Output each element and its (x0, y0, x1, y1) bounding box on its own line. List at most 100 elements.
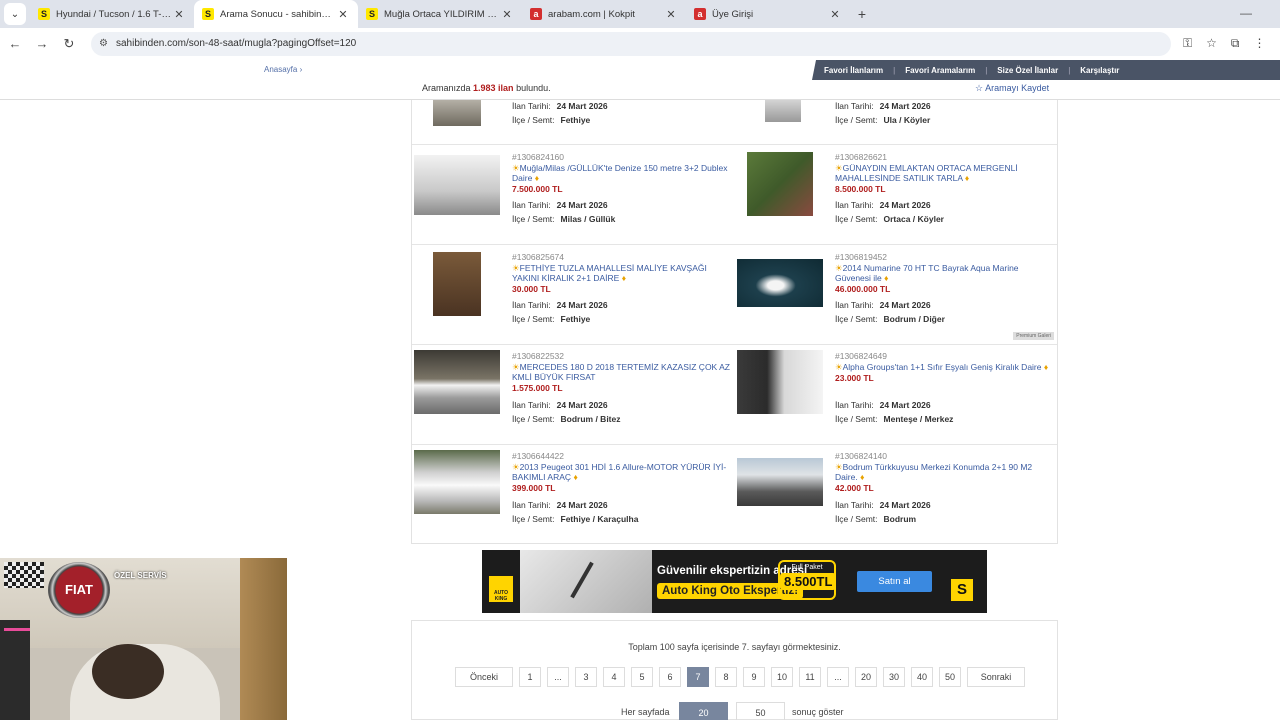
menu-icon[interactable]: ⋮ (1253, 36, 1265, 51)
browser-tab[interactable]: a Üye Girişi ✕ (686, 0, 850, 28)
listing-thumbnail[interactable] (414, 350, 500, 414)
address-bar: ← → ↻ ⚙ sahibinden.com/son-48-saat/mugla… (0, 28, 1280, 59)
checkered-flag-image (4, 562, 44, 588)
fav-menu-size-ozel-ilanlar[interactable]: Size Özel İlanlar (997, 66, 1058, 75)
close-tab-icon[interactable]: ✕ (336, 8, 350, 21)
url-text: sahibinden.com/son-48-saat/mugla?pagingO… (115, 38, 357, 49)
listing-location: İlçe / Semt: Bodrum / Diğer (835, 314, 945, 324)
listing-thumbnail[interactable] (747, 152, 813, 216)
pagination-panel: Toplam 100 sayfa içerisinde 7. sayfayı g… (411, 620, 1058, 720)
listing-thumbnail[interactable] (414, 155, 500, 215)
listing-item[interactable]: #1306824140 ☀Bodrum Türkkuyusu Merkezi K… (735, 445, 1057, 543)
listing-title-link[interactable]: ☀Muğla/Milas /GÜLLÜK'te Denize 150 metre… (512, 163, 730, 183)
listing-thumbnail[interactable] (737, 458, 823, 506)
url-field[interactable]: ⚙ sahibinden.com/son-48-saat/mugla?pagin… (91, 31, 1171, 56)
listing-price: 42.000 TL (835, 483, 874, 493)
site-info-icon[interactable]: ⚙ (99, 38, 108, 49)
fav-menu-favori-aramalarim[interactable]: Favori Aramalarım (905, 66, 975, 75)
close-tab-icon[interactable]: ✕ (664, 8, 678, 21)
per-page-option-20[interactable]: 20 (679, 702, 728, 720)
listing-price: 7.500.000 TL (512, 184, 563, 194)
listing-item[interactable]: #1306824649 ☀Alpha Groups'tan 1+1 Sıfır … (735, 345, 1057, 444)
tab-list: SHyundai / Tucson / 1.6 T-GDI / ...✕SAra… (30, 0, 850, 28)
listing-thumbnail[interactable] (765, 100, 801, 122)
tab-search-chevron-icon[interactable]: ⌄ (4, 3, 26, 25)
browser-tab[interactable]: S Arama Sonucu - sahibinden.com✕ (194, 0, 358, 28)
listing-thumbnail[interactable] (737, 259, 823, 307)
page-number-button[interactable]: 6 (659, 667, 681, 687)
listing-item[interactable]: #1306644422 ☀2013 Peugeot 301 HDİ 1.6 Al… (412, 445, 734, 543)
page-number-button[interactable]: 7 (687, 667, 709, 687)
listing-item[interactable]: #1306824160 ☀Muğla/Milas /GÜLLÜK'te Deni… (412, 145, 734, 244)
browser-tab[interactable]: S Hyundai / Tucson / 1.6 T-GDI / ...✕ (30, 0, 194, 28)
reload-icon[interactable]: ↻ (57, 36, 81, 52)
page-number-button[interactable]: 50 (939, 667, 961, 687)
listing-thumbnail[interactable] (737, 350, 823, 414)
listing-title-link[interactable]: ☀Alpha Groups'tan 1+1 Sıfır Eşyalı Geniş… (835, 362, 1053, 372)
fiat-logo: FIAT (48, 562, 110, 618)
listing-thumbnail[interactable] (433, 252, 481, 316)
back-arrow-icon[interactable]: ← (3, 36, 27, 51)
premium-gallery-badge: Premium Galeri (1013, 332, 1054, 340)
per-page-option-50[interactable]: 50 (736, 702, 785, 720)
listing-thumbnail[interactable] (414, 450, 500, 514)
minimize-icon[interactable]: — (1240, 6, 1252, 20)
page-number-button[interactable]: 8 (715, 667, 737, 687)
breadcrumb[interactable]: Anasayfa › (264, 65, 302, 74)
listing-date: İlan Tarihi: 24 Mart 2026 (512, 200, 608, 210)
listing-title-link[interactable]: ☀MERCEDES 180 D 2018 TERTEMİZ KAZASIZ ÇO… (512, 362, 730, 382)
listing-id: #1306819452 (835, 252, 888, 262)
browser-tab[interactable]: S Muğla Ortaca YILDIRIM OTOMOTİ✕ (358, 0, 522, 28)
page-number-button[interactable]: 30 (883, 667, 905, 687)
page-number-button[interactable]: 4 (603, 667, 625, 687)
ad-photo (520, 550, 652, 613)
listing-title-link[interactable]: ☀FETHİYE TUZLA MAHALLESİ MALİYE KAVŞAĞI … (512, 263, 730, 283)
password-key-icon[interactable]: ⚿ (1183, 36, 1192, 51)
listing-id: #1306824160 (512, 152, 565, 162)
fav-menu-karsilastir[interactable]: Karşılaştır (1080, 66, 1119, 75)
page-number-button[interactable]: 9 (743, 667, 765, 687)
sahibinden-favicon-icon: S (38, 8, 50, 20)
listing-location: İlçe / Semt: Ula / Köyler (835, 115, 931, 125)
prev-page-button[interactable]: Önceki (455, 667, 513, 687)
page-number-button[interactable]: 11 (799, 667, 821, 687)
listing-item[interactable]: #1306826621 ☀GÜNAYDIN EMLAKTAN ORTACA ME… (735, 145, 1057, 244)
browser-tab[interactable]: a arabam.com | Kokpit ✕ (522, 0, 686, 28)
page-number-button[interactable]: 3 (575, 667, 597, 687)
close-tab-icon[interactable]: ✕ (500, 8, 514, 21)
save-search-link[interactable]: ☆ Aramayı Kaydet (975, 83, 1049, 94)
listing-location: İlçe / Semt: Fethiye / Karaçulha (512, 514, 639, 524)
listing-thumbnail[interactable] (433, 100, 481, 126)
bookmark-star-icon[interactable]: ☆ (1206, 36, 1217, 51)
tab-title: arabam.com | Kokpit (548, 8, 635, 20)
listing-price: 23.000 TL (835, 373, 874, 383)
next-page-button[interactable]: Sonraki (967, 667, 1025, 687)
listing-title-link[interactable]: ☀Bodrum Türkkuyusu Merkezi Konumda 2+1 9… (835, 462, 1053, 482)
result-count: 1.983 ilan (473, 83, 514, 93)
ad-buy-button[interactable]: Satın al (857, 571, 932, 592)
arabam-favicon-icon: a (530, 8, 542, 20)
listing-item[interactable]: İlan Tarihi: 24 Mart 2026 İlçe / Semt: Fet… (412, 100, 734, 144)
page-number-button[interactable]: 20 (855, 667, 877, 687)
listing-item[interactable]: #1306819452 ☀2014 Numarine 70 HT TC Bayr… (735, 245, 1057, 344)
new-tab-button[interactable]: + (850, 0, 874, 28)
ad-banner[interactable]: AUTO KING Güvenilir ekspertizin adresi A… (482, 550, 987, 613)
close-tab-icon[interactable]: ✕ (172, 8, 186, 21)
listing-title-link[interactable]: ☀2013 Peugeot 301 HDİ 1.6 Allure-MOTOR Y… (512, 462, 730, 482)
autoking-logo: AUTO KING (489, 576, 513, 602)
extensions-icon[interactable]: ⧉ (1231, 36, 1240, 51)
close-tab-icon[interactable]: ✕ (828, 8, 842, 21)
page-number-button[interactable]: 5 (631, 667, 653, 687)
listing-item[interactable]: İlan Tarihi: 24 Mart 2026 İlçe / Semt: Ula… (735, 100, 1057, 144)
page-number-button[interactable]: 1 (519, 667, 541, 687)
page-number-button[interactable]: 40 (911, 667, 933, 687)
forward-arrow-icon[interactable]: → (30, 36, 54, 51)
listing-item[interactable]: #1306822532 ☀MERCEDES 180 D 2018 TERTEMİ… (412, 345, 734, 444)
listing-title-link[interactable]: ☀2014 Numarine 70 HT TC Bayrak Aqua Mari… (835, 263, 1053, 283)
listing-title-link[interactable]: ☀GÜNAYDIN EMLAKTAN ORTACA MERGENLİ MAHAL… (835, 163, 1053, 183)
listing-date: İlan Tarihi: 24 Mart 2026 (835, 300, 931, 310)
fav-menu-favori-ilanlarim[interactable]: Favori İlanlarım (824, 66, 883, 75)
listing-item[interactable]: #1306825674 ☀FETHİYE TUZLA MAHALLESİ MAL… (412, 245, 734, 344)
listing-date: İlan Tarihi: 24 Mart 2026 (512, 400, 608, 410)
page-number-button[interactable]: 10 (771, 667, 793, 687)
